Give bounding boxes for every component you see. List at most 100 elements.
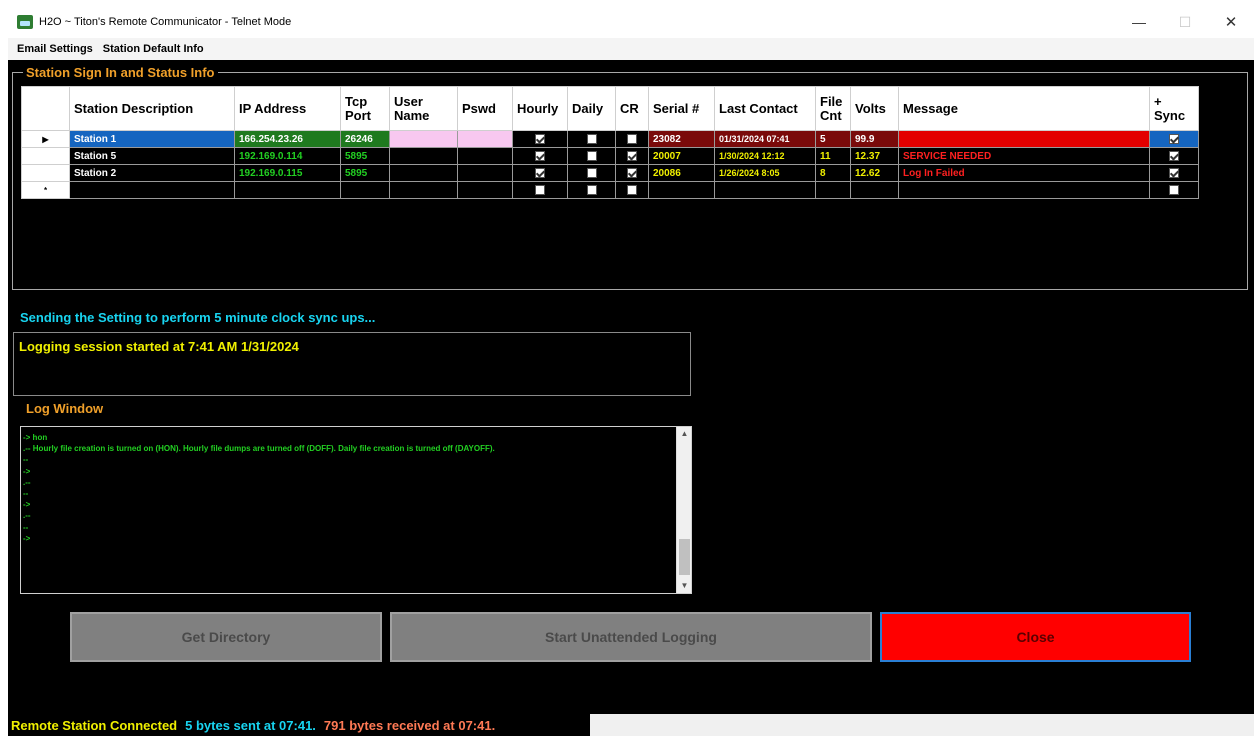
- cell-user[interactable]: [389, 181, 458, 199]
- cell-last-contact[interactable]: 1/26/2024 8:05: [714, 164, 816, 182]
- cell-pswd[interactable]: [457, 164, 513, 182]
- col-volts[interactable]: Volts: [850, 86, 899, 131]
- cell-port[interactable]: [340, 181, 390, 199]
- cell-daily[interactable]: [567, 130, 616, 148]
- cell-sync[interactable]: [1149, 130, 1199, 148]
- log-window[interactable]: -> hon .-- Hourly file creation is turne…: [20, 426, 692, 594]
- cell-description[interactable]: Station 2: [69, 164, 235, 182]
- cell-cr[interactable]: [615, 147, 649, 165]
- start-unattended-logging-button[interactable]: Start Unattended Logging: [390, 612, 872, 662]
- table-row[interactable]: ▶ Station 1 166.254.23.26 26246 23082 01…: [21, 130, 1199, 148]
- cell-user[interactable]: [389, 130, 458, 148]
- table-row[interactable]: Station 5 192.169.0.114 5895 20007 1/30/…: [21, 147, 1199, 165]
- menu-email-settings[interactable]: Email Settings: [12, 43, 98, 55]
- cell-user[interactable]: [389, 147, 458, 165]
- row-indicator[interactable]: *: [21, 181, 70, 199]
- col-sync[interactable]: + Sync: [1149, 86, 1199, 131]
- cell-serial[interactable]: 20086: [648, 164, 715, 182]
- cell-last-contact[interactable]: [714, 181, 816, 199]
- cell-hourly[interactable]: [512, 181, 568, 199]
- scroll-down-icon[interactable]: ▼: [677, 579, 692, 593]
- col-hourly[interactable]: Hourly: [512, 86, 568, 131]
- cell-port[interactable]: 5895: [340, 164, 390, 182]
- scrollbar-thumb[interactable]: [679, 539, 690, 575]
- menu-station-default-info[interactable]: Station Default Info: [98, 43, 209, 55]
- cell-sync[interactable]: [1149, 181, 1199, 199]
- cell-cr[interactable]: [615, 130, 649, 148]
- cell-description[interactable]: Station 5: [69, 147, 235, 165]
- col-pswd[interactable]: Pswd: [457, 86, 513, 131]
- cell-hourly[interactable]: [512, 130, 568, 148]
- cell-cr[interactable]: [615, 181, 649, 199]
- cell-user[interactable]: [389, 164, 458, 182]
- col-tcp-port[interactable]: Tcp Port: [340, 86, 390, 131]
- cell-message[interactable]: SERVICE NEEDED: [898, 147, 1150, 165]
- cell-message[interactable]: Log In Failed: [898, 164, 1150, 182]
- cr-checkbox[interactable]: [627, 150, 637, 161]
- col-user-name[interactable]: User Name: [389, 86, 458, 131]
- col-ip-address[interactable]: IP Address: [234, 86, 341, 131]
- cell-file-cnt[interactable]: 11: [815, 147, 851, 165]
- cell-message[interactable]: [898, 130, 1150, 148]
- cell-daily[interactable]: [567, 164, 616, 182]
- cell-description[interactable]: [69, 181, 235, 199]
- col-daily[interactable]: Daily: [567, 86, 616, 131]
- col-station-description[interactable]: Station Description: [69, 86, 235, 131]
- sync-checkbox[interactable]: [1169, 167, 1179, 178]
- cell-description[interactable]: Station 1: [69, 130, 235, 148]
- cell-daily[interactable]: [567, 181, 616, 199]
- get-directory-button[interactable]: Get Directory: [70, 612, 382, 662]
- hourly-checkbox[interactable]: [535, 184, 545, 195]
- col-last-contact[interactable]: Last Contact: [714, 86, 816, 131]
- sync-checkbox[interactable]: [1169, 150, 1179, 161]
- cell-volts[interactable]: [850, 181, 899, 199]
- cell-ip[interactable]: [234, 181, 341, 199]
- cell-pswd[interactable]: [457, 181, 513, 199]
- cell-sync[interactable]: [1149, 147, 1199, 165]
- close-window-icon[interactable]: ✕: [1208, 8, 1254, 36]
- cr-checkbox[interactable]: [627, 184, 637, 195]
- cell-port[interactable]: 26246: [340, 130, 390, 148]
- cell-serial[interactable]: 20007: [648, 147, 715, 165]
- cr-checkbox[interactable]: [627, 167, 637, 178]
- cell-last-contact[interactable]: 01/31/2024 07:41: [714, 130, 816, 148]
- sync-checkbox[interactable]: [1169, 184, 1179, 195]
- cell-message[interactable]: [898, 181, 1150, 199]
- daily-checkbox[interactable]: [586, 133, 597, 144]
- cell-last-contact[interactable]: 1/30/2024 12:12: [714, 147, 816, 165]
- cell-ip[interactable]: 192.169.0.115: [234, 164, 341, 182]
- maximize-icon[interactable]: ☐: [1162, 8, 1208, 36]
- cell-serial[interactable]: 23082: [648, 130, 715, 148]
- cell-cr[interactable]: [615, 164, 649, 182]
- row-indicator[interactable]: [21, 164, 70, 182]
- cell-sync[interactable]: [1149, 164, 1199, 182]
- cell-ip[interactable]: 166.254.23.26: [234, 130, 341, 148]
- table-row-new[interactable]: *: [21, 181, 1199, 199]
- cell-volts[interactable]: 99.9: [850, 130, 899, 148]
- cell-daily[interactable]: [567, 147, 616, 165]
- cell-file-cnt[interactable]: [815, 181, 851, 199]
- cell-file-cnt[interactable]: 5: [815, 130, 851, 148]
- cell-file-cnt[interactable]: 8: [815, 164, 851, 182]
- close-button[interactable]: Close: [880, 612, 1191, 662]
- cell-hourly[interactable]: [512, 164, 568, 182]
- cell-ip[interactable]: 192.169.0.114: [234, 147, 341, 165]
- col-file-cnt[interactable]: File Cnt: [815, 86, 851, 131]
- table-row[interactable]: Station 2 192.169.0.115 5895 20086 1/26/…: [21, 164, 1199, 182]
- cr-checkbox[interactable]: [627, 133, 637, 144]
- col-serial[interactable]: Serial #: [648, 86, 715, 131]
- row-indicator[interactable]: ▶: [21, 130, 70, 148]
- cell-volts[interactable]: 12.37: [850, 147, 899, 165]
- col-message[interactable]: Message: [898, 86, 1150, 131]
- hourly-checkbox[interactable]: [535, 167, 545, 178]
- cell-volts[interactable]: 12.62: [850, 164, 899, 182]
- col-cr[interactable]: CR: [615, 86, 649, 131]
- cell-pswd[interactable]: [457, 147, 513, 165]
- row-indicator[interactable]: [21, 147, 70, 165]
- sync-checkbox[interactable]: [1169, 133, 1179, 144]
- cell-pswd[interactable]: [457, 130, 513, 148]
- daily-checkbox[interactable]: [586, 150, 597, 161]
- cell-serial[interactable]: [648, 181, 715, 199]
- cell-hourly[interactable]: [512, 147, 568, 165]
- daily-checkbox[interactable]: [586, 184, 597, 195]
